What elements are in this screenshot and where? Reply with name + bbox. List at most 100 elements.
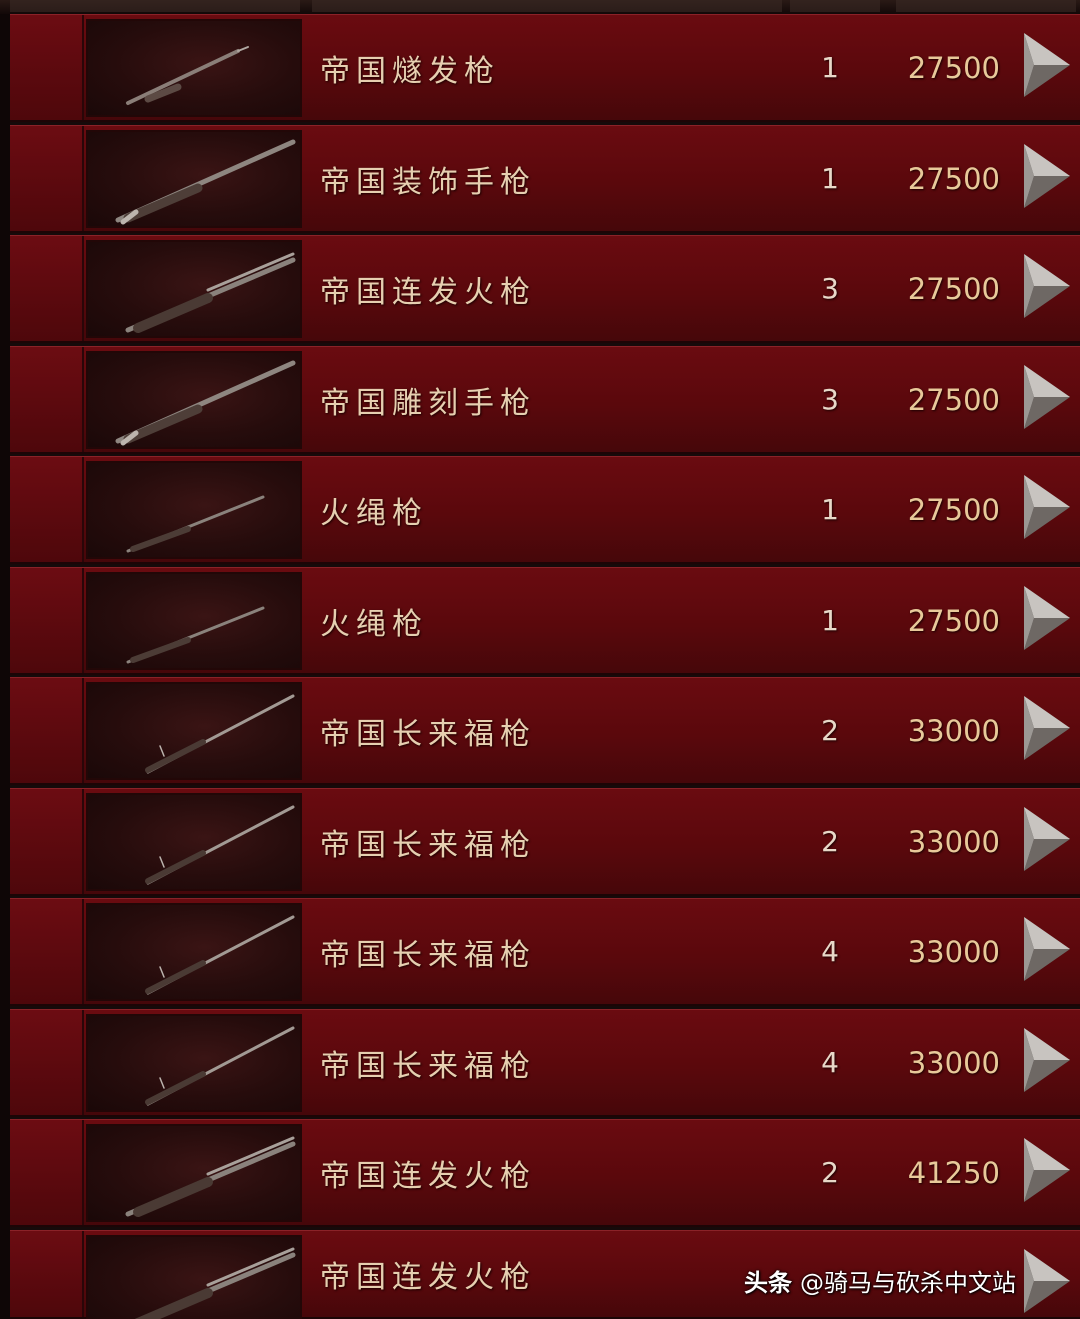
item-price: 41250 [907,1155,1000,1190]
buy-arrow-button[interactable] [1020,363,1072,431]
select-cell[interactable] [10,347,84,452]
buy-arrow-button[interactable] [1020,915,1072,983]
item-thumbnail [86,461,302,559]
play-arrow-icon [1024,475,1070,539]
item-row[interactable]: 帝国连发火枪 3 27500 [10,235,1080,343]
play-arrow-icon [1024,807,1070,871]
item-thumbnail [86,903,302,1001]
item-quantity: 4 [821,935,839,968]
play-arrow-icon [1024,33,1070,97]
select-cell[interactable] [10,1010,84,1115]
select-cell[interactable] [10,1231,84,1317]
watermark-text: @骑马与砍杀中文站 [800,1268,1016,1297]
item-thumbnail [86,1124,302,1222]
flintlock-gun-icon [126,46,249,105]
matchlock-gun-icon [126,606,265,664]
item-name: 帝国连发火枪 [320,1158,536,1194]
item-price: 27500 [907,492,1000,527]
item-thumbnail [86,240,302,338]
trade-screen: 帝国燧发枪 1 27500 帝国装饰手枪 1 27500 帝国连发火枪 3 27… [0,0,1080,1319]
item-price: 33000 [907,1045,1000,1080]
play-arrow-icon [1024,586,1070,650]
select-cell[interactable] [10,678,84,783]
watermark: 头条 @骑马与砍杀中文站 [744,1262,1016,1298]
select-cell[interactable] [10,899,84,1004]
buy-arrow-button[interactable] [1020,473,1072,541]
long-rifle-icon [145,1026,295,1106]
item-thumbnail [86,130,302,228]
item-name: 帝国连发火枪 [320,274,536,310]
long-rifle-icon [145,915,295,995]
buy-arrow-button[interactable] [1020,584,1072,652]
buy-arrow-button[interactable] [1020,142,1072,210]
item-thumbnail [86,1014,302,1112]
item-quantity: 1 [821,493,839,526]
item-name: 帝国长来福枪 [320,1048,536,1084]
buy-arrow-button[interactable] [1020,1136,1072,1204]
item-price: 27500 [907,161,1000,196]
item-price: 27500 [907,271,1000,306]
item-price: 27500 [907,382,1000,417]
repeating-musket-icon [125,1136,296,1217]
play-arrow-icon [1024,365,1070,429]
item-quantity: 2 [821,1156,839,1189]
item-quantity: 1 [821,51,839,84]
select-cell[interactable] [10,457,84,562]
item-row[interactable]: 帝国连发火枪 2 41250 [10,1119,1080,1227]
item-quantity: 4 [821,1046,839,1079]
item-name: 帝国长来福枪 [320,716,536,752]
watermark-brand: 头条 [744,1268,792,1297]
item-row[interactable]: 火绳枪 1 27500 [10,567,1080,675]
item-name: 帝国雕刻手枪 [320,385,536,421]
item-row[interactable]: 帝国雕刻手枪 3 27500 [10,346,1080,454]
select-cell[interactable] [10,789,84,894]
buy-arrow-button[interactable] [1020,694,1072,762]
play-arrow-icon [1024,144,1070,208]
repeating-musket-icon [135,1247,296,1319]
play-arrow-icon [1024,1028,1070,1092]
item-quantity: 1 [821,604,839,637]
buy-arrow-button[interactable] [1020,1026,1072,1094]
select-cell[interactable] [10,1120,84,1225]
item-quantity: 3 [821,383,839,416]
item-row[interactable]: 帝国长来福枪 4 33000 [10,1009,1080,1117]
buy-arrow-button[interactable] [1020,31,1072,99]
item-row[interactable]: 帝国长来福枪 2 33000 [10,788,1080,896]
item-name: 帝国连发火枪 [320,1260,536,1295]
buy-arrow-button[interactable] [1020,252,1072,320]
item-row[interactable]: 火绳枪 1 27500 [10,456,1080,564]
buy-arrow-button[interactable] [1020,1247,1072,1315]
play-arrow-icon [1024,696,1070,760]
long-rifle-icon [145,694,295,774]
item-quantity: 2 [821,825,839,858]
pistol-icon [115,360,296,446]
play-arrow-icon [1024,917,1070,981]
item-row[interactable]: 帝国长来福枪 2 33000 [10,677,1080,785]
item-quantity: 2 [821,714,839,747]
buy-arrow-button[interactable] [1020,805,1072,873]
matchlock-gun-icon [126,495,265,553]
select-cell[interactable] [10,568,84,673]
select-cell[interactable] [10,15,84,120]
item-name: 火绳枪 [320,495,428,531]
select-cell[interactable] [10,126,84,231]
play-arrow-icon [1024,1249,1070,1313]
item-thumbnail [86,793,302,891]
item-name: 帝国燧发枪 [320,53,500,89]
item-price: 33000 [907,934,1000,969]
item-quantity: 3 [821,272,839,305]
item-thumbnail [86,351,302,449]
item-row[interactable]: 帝国燧发枪 1 27500 [10,14,1080,122]
select-cell[interactable] [10,236,84,341]
item-price: 27500 [907,603,1000,638]
header-bar [0,0,1080,15]
item-row[interactable]: 帝国长来福枪 4 33000 [10,898,1080,1006]
play-arrow-icon [1024,1138,1070,1202]
item-name: 帝国长来福枪 [320,937,536,973]
item-quantity: 1 [821,162,839,195]
item-thumbnail [86,19,302,117]
item-name: 火绳枪 [320,606,428,642]
left-rail [0,14,10,1319]
item-row[interactable]: 帝国装饰手枪 1 27500 [10,125,1080,233]
pistol-icon [115,139,296,225]
